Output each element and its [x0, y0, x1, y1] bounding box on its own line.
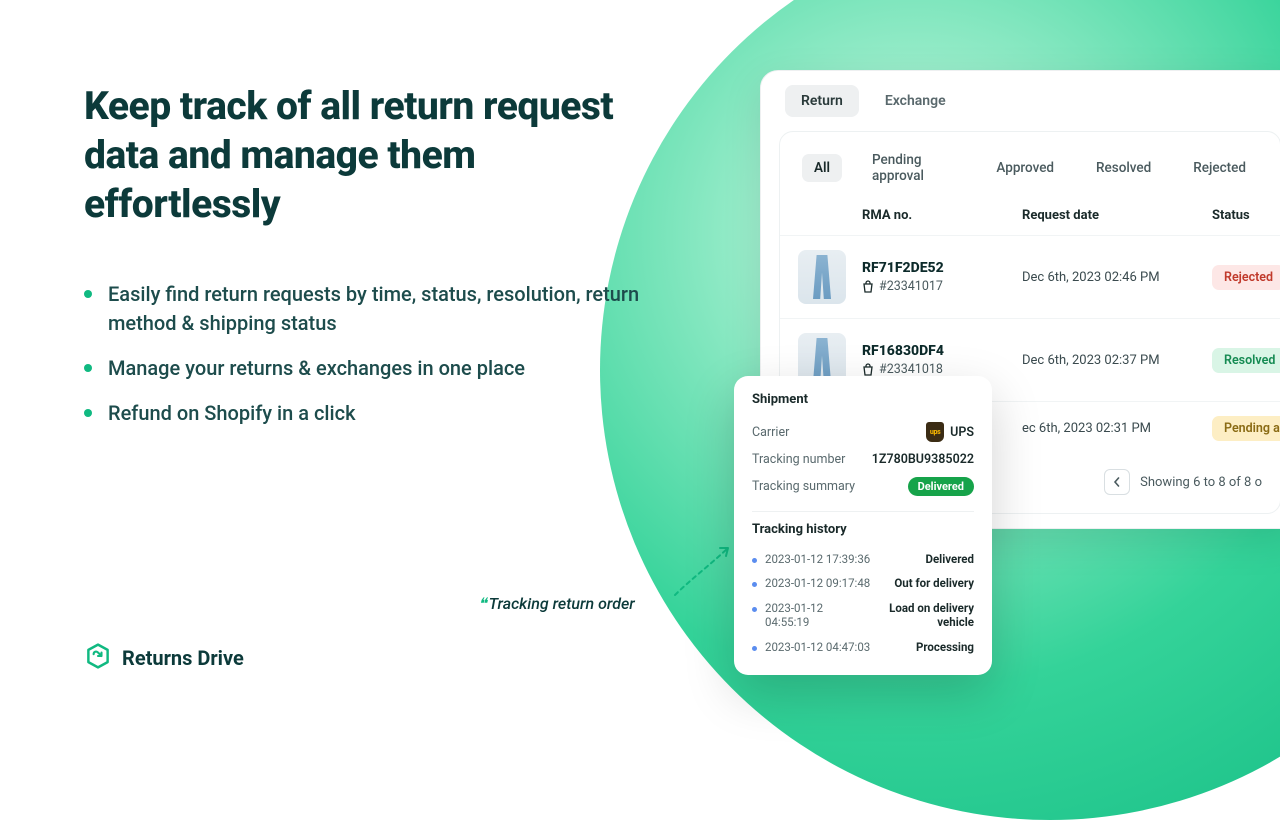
- request-date: Dec 6th, 2023 02:46 PM: [1022, 270, 1212, 285]
- product-thumb: [798, 250, 846, 304]
- prev-page-button[interactable]: [1104, 469, 1130, 495]
- bullet-icon: [752, 646, 757, 651]
- filter-tab-all[interactable]: All: [802, 154, 842, 182]
- tracking-summary-label: Tracking summary: [752, 479, 855, 494]
- divider: [752, 511, 974, 512]
- table-row[interactable]: RF71F2DE52 #23341017 Dec 6th, 2023 02:46…: [780, 235, 1280, 318]
- tracking-history-item: 2023-01-12 04:55:19 Load on delivery veh…: [752, 596, 974, 635]
- bullet-icon: [752, 607, 757, 612]
- hero-bullet-list: Easily find return requests by time, sta…: [84, 280, 644, 428]
- table-header: RMA no. Request date Status: [780, 204, 1280, 235]
- spark-icon: ❝: [478, 594, 487, 613]
- col-status: Status: [1212, 208, 1280, 223]
- hero-bullet: Manage your returns & exchanges in one p…: [84, 354, 644, 383]
- rma-number: RF71F2DE52: [862, 260, 1022, 276]
- filter-tabs: All Pending approval Approved Resolved R…: [780, 146, 1280, 204]
- request-date: Dec 6th, 2023 02:37 PM: [1022, 353, 1212, 368]
- order-number: #23341017: [862, 279, 1022, 294]
- tracking-summary-badge: Delivered: [908, 477, 974, 496]
- tracking-number-label: Tracking number: [752, 452, 845, 467]
- chevron-left-icon: [1112, 477, 1122, 487]
- filter-tab-approved[interactable]: Approved: [984, 154, 1066, 182]
- order-number: #23341018: [862, 362, 1022, 377]
- filter-tab-rejected[interactable]: Rejected: [1181, 154, 1258, 182]
- rma-number: RF16830DF4: [862, 343, 1022, 359]
- tracking-history-item: 2023-01-12 17:39:36 Delivered: [752, 547, 974, 571]
- shipment-title: Shipment: [752, 392, 974, 407]
- tracking-number-value: 1Z780BU9385022: [872, 452, 974, 467]
- shop-bag-icon: [862, 280, 874, 293]
- col-date: Request date: [1022, 208, 1212, 223]
- carrier-label: Carrier: [752, 425, 789, 440]
- tracking-history-item: 2023-01-12 04:47:03 Processing: [752, 635, 974, 659]
- brand-name: Returns Drive: [122, 646, 244, 670]
- filter-tab-resolved[interactable]: Resolved: [1084, 154, 1163, 182]
- tracking-history-title: Tracking history: [752, 522, 974, 537]
- pagination-text: Showing 6 to 8 of 8 o: [1140, 475, 1262, 490]
- hero-headline: Keep track of all return request data an…: [84, 82, 644, 228]
- status-badge: Resolved: [1212, 348, 1280, 373]
- brand-lockup: Returns Drive: [84, 642, 244, 674]
- ups-logo-icon: ups: [926, 422, 944, 442]
- status-badge: Rejected: [1212, 265, 1280, 290]
- hero-bullet: Refund on Shopify in a click: [84, 399, 644, 428]
- bullet-icon: [752, 558, 757, 563]
- col-rma: RMA no.: [862, 208, 1022, 223]
- status-badge: Pending approval: [1212, 416, 1280, 441]
- shop-bag-icon: [862, 363, 874, 376]
- brand-logo-icon: [84, 642, 112, 674]
- bullet-icon: [752, 582, 757, 587]
- tab-return[interactable]: Return: [785, 85, 859, 117]
- shipment-popover: Shipment Carrier ups UPS Tracking number…: [734, 376, 992, 675]
- top-tabs: Return Exchange: [761, 85, 1280, 131]
- hero-bullet: Easily find return requests by time, sta…: [84, 280, 644, 338]
- tab-exchange[interactable]: Exchange: [869, 85, 962, 117]
- callout-label: ❝Tracking return order: [478, 594, 635, 613]
- hero-copy: Keep track of all return request data an…: [84, 82, 644, 444]
- filter-tab-pending[interactable]: Pending approval: [860, 146, 966, 190]
- tracking-history-item: 2023-01-12 09:17:48 Out for delivery: [752, 571, 974, 595]
- tracking-history-list: 2023-01-12 17:39:36 Delivered 2023-01-12…: [752, 547, 974, 659]
- callout-arrow-icon: [670, 540, 740, 600]
- carrier-value: ups UPS: [926, 422, 974, 442]
- request-date: ec 6th, 2023 02:31 PM: [1022, 421, 1212, 436]
